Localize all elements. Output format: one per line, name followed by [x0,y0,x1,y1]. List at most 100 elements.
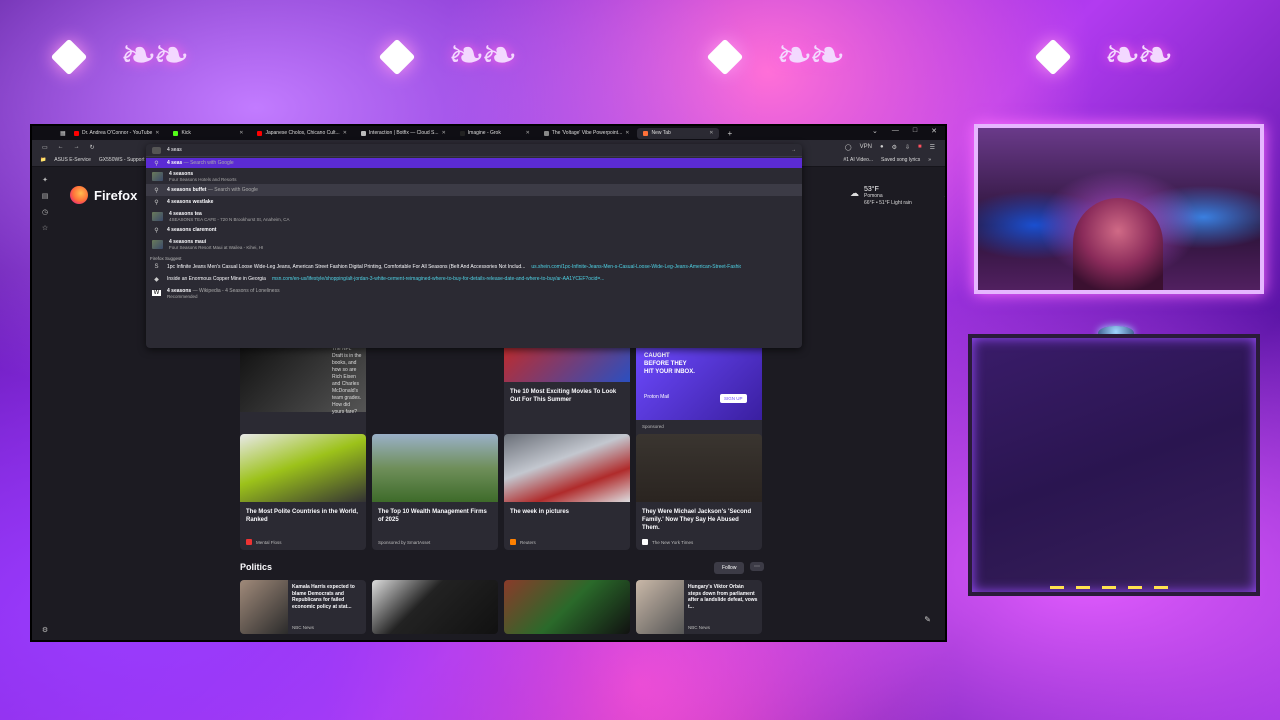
swirl-decoration: ❧❧ [776,30,846,81]
story-card[interactable]: The Most Polite Countries in the World, … [240,434,366,550]
story-title: The week in pictures [510,509,570,515]
extensions-icon[interactable]: ⚙ [892,144,897,151]
weather-condition: Light rain [891,200,912,206]
close-tab-icon[interactable]: ✕ [709,130,713,136]
story-title: Hungary's Viktor Orbán steps down from p… [688,584,758,610]
sidebar: ✦ ▤ ◷ ☆ ⚙ [32,168,58,640]
cloud-rain-icon: ☁ [850,188,859,198]
new-tab-button[interactable]: + [727,129,732,138]
suggestion-row[interactable]: ⚲ 4 seas — Search with Google [146,158,802,168]
section-menu-icon[interactable]: ⋯ [750,562,764,571]
menu-icon[interactable]: ☰ [930,144,935,151]
edit-icon[interactable]: ✎ [924,615,931,624]
weather-menu-icon[interactable]: ⋯ [944,192,945,201]
follow-button[interactable]: Follow [714,562,745,574]
customize-sidebar-icon[interactable]: ⚙ [42,626,48,634]
tab-list-icon[interactable]: ▦ [60,130,66,137]
wikipedia-icon: W [152,290,161,296]
pocket-icon[interactable]: ■ [918,144,922,151]
story-image [504,434,630,502]
suggestion-row[interactable]: ⚲ 4 seasons westlake [146,196,802,208]
politics-card[interactable] [504,580,630,634]
tab-overflow-icon[interactable]: ⌄ [872,127,878,135]
shield-icon[interactable]: ◯ [845,144,852,151]
tab[interactable]: Imagine - Grok ✕ [454,128,536,139]
swirl-decoration: ❧❧ [120,30,190,81]
suggestion-row[interactable]: ⚲ 4 seasons claremont [146,224,802,236]
place-thumbnail [152,171,163,181]
suggestion-row[interactable]: 4 seasons maui Four Seasons Resort Maui a… [146,236,802,252]
minimize-button[interactable]: — [892,127,899,135]
reload-button[interactable]: ↻ [90,144,95,151]
diamond-decoration [50,38,88,76]
suggestion-row[interactable]: ⚲ 4 seasons buffet — Search with Google [146,184,802,196]
suggest-row[interactable]: ◆ Inside an Enormous Copper Mine in Geor… [146,273,802,285]
streamer-image [1073,198,1163,290]
suggestion-text: 4 seasons buffet [167,187,207,193]
section-heading-politics: Politics [240,562,273,572]
close-tab-icon[interactable]: ✕ [155,130,159,136]
maximize-button[interactable]: □ [913,127,917,135]
back-button[interactable]: ← [58,144,64,151]
suggestion-sub: Four Seasons Hotels and Resorts [169,176,237,182]
politics-card[interactable]: Hungary's Viktor Orbán steps down from p… [636,580,762,634]
ad-brand: Proton Mail [644,394,670,400]
tab-label: New Tab [651,130,671,136]
weather-widget[interactable]: ☁ 53°F Pomona 66°F • 51°F Light rain [850,186,912,207]
go-arrow-icon[interactable]: → [791,147,796,153]
tab[interactable]: Interaction | Botfix — Cloud S... ✕ [355,128,452,139]
story-image [240,580,288,634]
close-tab-icon[interactable]: ✕ [625,130,629,136]
bookmark-folder-icon: 📁 [40,157,47,163]
bookmark-gx550[interactable]: GX550WS - Support [99,157,145,163]
history-icon[interactable]: ◷ [42,208,48,216]
ad-cta-button[interactable]: SIGN UP [720,394,747,403]
close-tab-icon[interactable]: ✕ [526,130,530,136]
bookmark-asus[interactable]: ASUS E-Service [54,157,91,163]
story-card[interactable]: They Were Michael Jackson's 'Second Fami… [636,434,762,550]
urlbar-input[interactable]: 4 seas [167,147,182,153]
tab[interactable]: New Tab ✕ [637,127,720,139]
tab[interactable]: Kick ✕ [167,128,249,139]
tab[interactable]: Dr. Andrea O'Connor - YouTube ✕ [68,128,165,139]
diamond-decoration [1034,38,1072,76]
suggest-url: Wikipedia - 4 Seasons of Loneliness [198,287,280,294]
story-title: They Were Michael Jackson's 'Second Fami… [642,509,752,531]
bookmarks-icon[interactable]: ☆ [42,224,48,232]
bookmarks-overflow-icon[interactable]: » [928,157,931,163]
tab[interactable]: The 'Voltage' Vibe Powerpoint... ✕ [538,128,636,139]
tab[interactable]: Japanese Cholos, Chicano Cult... ✕ [251,128,352,139]
story-card[interactable]: The Top 10 Wealth Management Firms of 20… [372,434,498,550]
synced-tabs-icon[interactable]: ▤ [42,192,49,200]
urlbar[interactable]: 4 seas → [146,144,802,157]
close-tab-icon[interactable]: ✕ [442,130,446,136]
politics-card[interactable] [372,580,498,634]
suggestion-row[interactable]: 4 seasons Four Seasons Hotels and Resorts [146,168,802,184]
close-window-button[interactable]: ✕ [931,127,937,135]
politics-card[interactable]: Kamala Harris expected to blame Democrat… [240,580,366,634]
tab-favicon-icon [257,130,263,136]
downloads-icon[interactable]: ⇩ [905,144,910,151]
story-image [372,434,498,502]
bookmark-song-lyrics[interactable]: Saved song lyrics [881,157,920,163]
tab-label: Dr. Andrea O'Connor - YouTube [82,130,153,136]
story-card[interactable]: The week in pictures Reuters [504,434,630,550]
story-title: Kamala Harris expected to blame Democrat… [292,584,355,610]
story-title: The Top 10 Wealth Management Firms of 20… [378,509,487,523]
suggestion-row[interactable]: 4 seasons tea 4SEASONS TEA CAFE - 720 N B… [146,208,802,224]
ai-chat-icon[interactable]: ✦ [42,176,48,184]
sidebar-toggle-icon[interactable]: ▭ [42,144,48,151]
account-icon[interactable]: ● [880,144,884,151]
suggest-row[interactable]: S 1pc Infinite Jeans Men's Casual Loose … [146,261,802,273]
bookmark-ai-video[interactable]: #1 AI Video... [843,157,873,163]
suggest-row[interactable]: W 4 seasons — Wikipedia - 4 Seasons of L… [146,285,802,301]
led-decoration [1050,586,1180,589]
vpn-button[interactable]: VPN [860,144,872,151]
tab-favicon-icon [643,130,649,136]
search-engine-icon[interactable] [152,146,161,154]
forward-button[interactable]: → [74,144,80,151]
close-tab-icon[interactable]: ✕ [343,130,347,136]
suggestion-text: 4 seas [167,160,183,166]
sponsored-label: Sponsored [642,424,664,429]
close-tab-icon[interactable]: ✕ [239,130,243,136]
